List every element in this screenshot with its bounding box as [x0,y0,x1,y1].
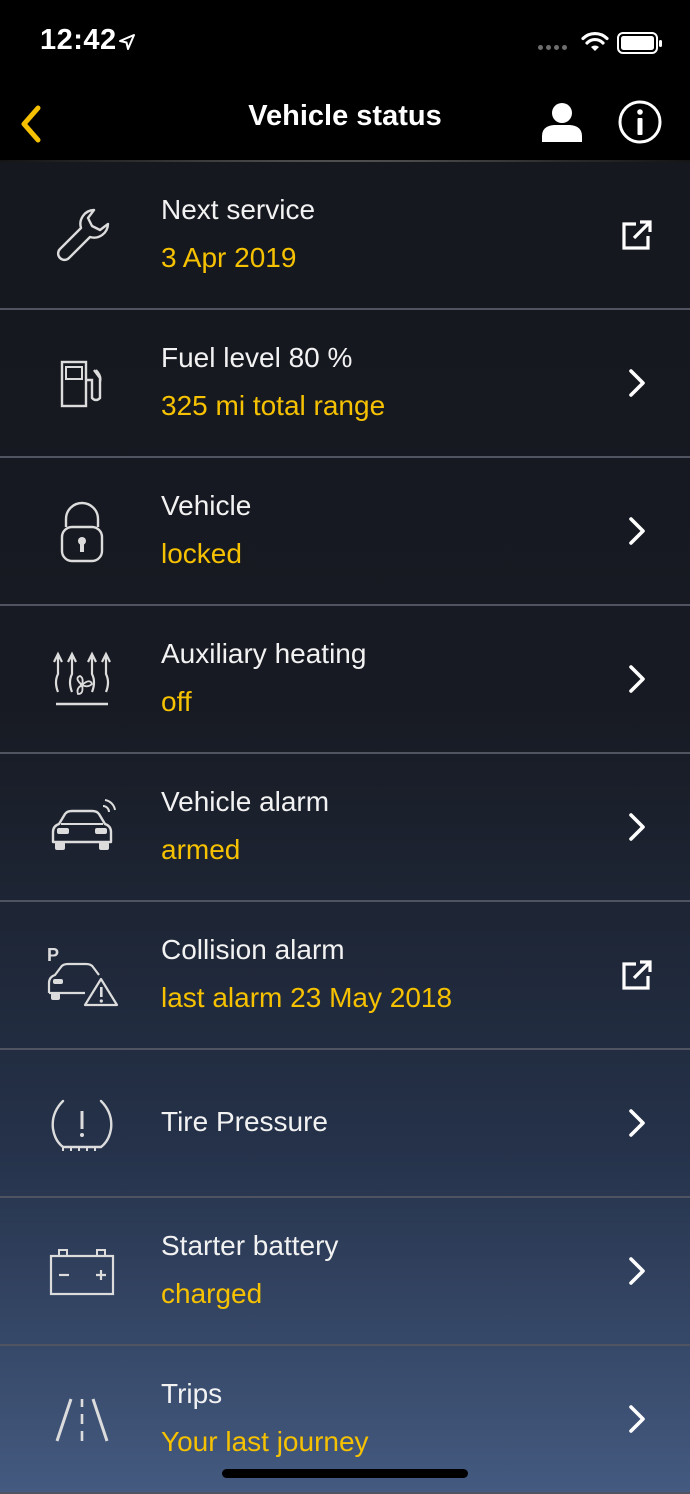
battery-icon [42,1232,122,1312]
list-item-title: Auxiliary heating [161,638,367,669]
top-bar: 12:42 Vehicle status [0,0,690,162]
list-item-title: Fuel level 80 % [161,342,353,373]
list-item-subtitle: 325 mi total range [161,390,386,421]
vehicle-status-screen: 12:42 Vehicle status Next service 3 Apr … [0,0,690,1494]
list-item-starter-battery[interactable]: Starter battery charged [0,1198,690,1346]
tire-pressure-icon [42,1084,122,1164]
list-item-title: Vehicle alarm [161,786,330,817]
person-icon [542,103,582,142]
list-item-auxiliary-heating[interactable]: Auxiliary heating off [0,606,690,754]
road-icon [42,1380,122,1460]
info-button[interactable] [616,98,664,146]
status-time: 12:42 [40,24,117,56]
list-item-subtitle: armed [161,834,241,865]
cellular-signal-icon [538,45,567,50]
list-item-subtitle: off [161,686,192,717]
chevron-right-icon[interactable] [614,1396,660,1442]
profile-button[interactable] [538,98,586,146]
list-item-fuel-level[interactable]: Fuel level 80 % 325 mi total range [0,310,690,458]
chevron-right-icon[interactable] [614,1248,660,1294]
list-item-title: Next service [161,194,316,225]
list-item-tire-pressure[interactable]: Tire Pressure [0,1050,690,1198]
padlock-icon [42,492,122,572]
external-link-icon[interactable] [614,952,660,998]
list-item-subtitle: charged [161,1278,263,1309]
external-link-icon[interactable] [614,212,660,258]
list-item-vehicle-lock[interactable]: Vehicle locked [0,458,690,606]
list-item-subtitle: Your last journey [161,1426,369,1457]
wrench-icon [42,196,122,276]
battery-status-icon [617,32,662,54]
vehicle-status-list: Next service 3 Apr 2019 Fuel level 80 % [0,162,690,1494]
parked-car-warning-icon: P [42,936,122,1016]
svg-text:P: P [47,945,59,965]
chevron-right-icon[interactable] [614,804,660,850]
heating-fan-icon [42,640,122,720]
location-arrow-icon [119,34,135,50]
car-alarm-icon [42,788,122,868]
list-item-title: Tire Pressure [161,1106,329,1137]
wifi-icon [581,31,609,51]
page-title: Vehicle status [248,100,442,132]
chevron-right-icon[interactable] [614,508,660,554]
list-item-vehicle-alarm[interactable]: Vehicle alarm armed [0,754,690,902]
chevron-right-icon[interactable] [614,1100,660,1146]
info-icon [618,100,662,144]
list-item-subtitle: last alarm 23 May 2018 [161,982,453,1013]
list-item-title: Trips [161,1378,223,1409]
list-item-subtitle: 3 Apr 2019 [161,242,297,273]
list-item-title: Starter battery [161,1230,339,1261]
chevron-right-icon[interactable] [614,656,660,702]
chevron-right-icon[interactable] [614,360,660,406]
home-indicator[interactable] [222,1469,468,1478]
list-item-next-service[interactable]: Next service 3 Apr 2019 [0,162,690,310]
list-item-title: Collision alarm [161,934,345,965]
list-item-subtitle: locked [161,538,242,569]
fuel-pump-icon [42,344,122,424]
list-item-title: Vehicle [161,490,252,521]
list-item-collision-alarm[interactable]: P Collision alarm last alarm 23 May 2018 [0,902,690,1050]
